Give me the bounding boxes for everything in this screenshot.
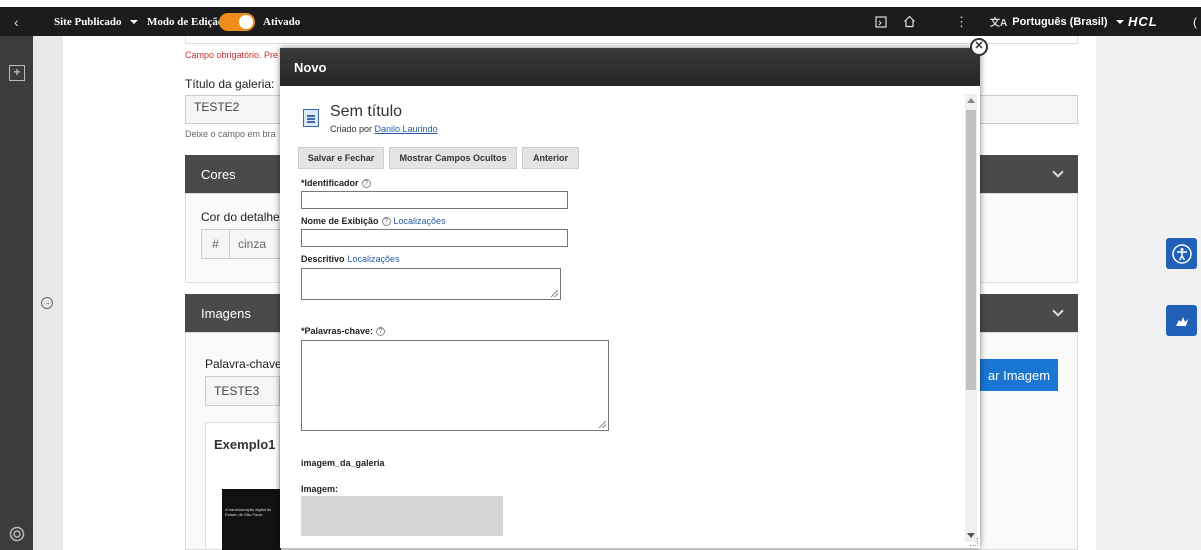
keywords-label: *Palavras-chave: ? (301, 326, 386, 336)
resize-grip-icon[interactable] (599, 421, 606, 428)
detail-color-label: Cor do detalhe (201, 210, 280, 224)
previous-button[interactable]: Anterior (522, 147, 579, 169)
created-by-label: Criado por (330, 124, 373, 134)
sign-language-button[interactable] (1166, 305, 1197, 336)
show-hidden-label: Mostrar Campos Ocultos (399, 153, 507, 163)
dialog-body: Sem título Criado por Danilo Laurindo Sa… (280, 86, 964, 548)
keyword-label: Palavra-chave (205, 357, 282, 371)
help-lifebuoy-icon[interactable] (9, 526, 25, 542)
site-status-label: Site Publicado (54, 15, 122, 28)
language-dropdown[interactable]: 文A Português (Brasil) (990, 7, 1124, 36)
page-gutter: → (33, 36, 63, 550)
dialog-resize-grip[interactable] (970, 538, 978, 546)
identifier-label: *Identificador ? (301, 178, 371, 188)
gallery-hint: Deixe o campo em bra (185, 129, 276, 139)
required-note: Campo obrigatório. Pre (185, 50, 279, 60)
detail-color-value: cinza (238, 237, 267, 251)
identifier-label-text: *Identificador (301, 178, 359, 188)
description-label-text: Descritivo (301, 254, 345, 264)
colors-section-header[interactable]: Cores (185, 155, 285, 193)
add-image-button[interactable]: ar Imagem (980, 359, 1058, 391)
previous-label: Anterior (532, 153, 568, 163)
keyword-value: TESTE3 (214, 384, 260, 398)
images-section-label: Imagens (201, 305, 251, 321)
show-hidden-fields-button[interactable]: Mostrar Campos Ocultos (389, 147, 517, 169)
chevron-down-icon (1052, 166, 1064, 178)
identifier-input[interactable] (301, 191, 568, 209)
gallery-title-label: Título da galeria: (185, 77, 275, 91)
close-icon: ✕ (974, 40, 984, 52)
hcl-logo: HCL (1128, 14, 1158, 29)
accessibility-button[interactable] (1166, 238, 1197, 269)
display-name-label: Nome de Exibição ? Localizações (301, 216, 446, 226)
page-right-margin (1096, 36, 1201, 550)
help-icon[interactable]: ? (376, 326, 386, 336)
image-upload-area[interactable] (301, 496, 503, 536)
edit-mode-label: Modo de Edição: (147, 15, 228, 28)
add-panel-icon[interactable]: + (9, 65, 25, 81)
sign-language-hands-icon (1175, 316, 1188, 326)
user-icon[interactable]: ( (1193, 7, 1197, 36)
dialog-scrollbar[interactable] (965, 94, 977, 542)
keyword-input[interactable]: TESTE3 (205, 376, 280, 406)
add-image-label: ar Imagem (987, 367, 1051, 383)
detail-color-input[interactable]: # cinza (201, 229, 281, 259)
help-icon[interactable]: ? (361, 178, 371, 188)
dialog-title: Novo (294, 59, 327, 75)
translate-icon: 文A (990, 18, 1008, 29)
display-name-label-text: Nome de Exibição (301, 216, 379, 226)
accessibility-icon (1171, 243, 1192, 264)
preview-icon[interactable] (875, 7, 887, 36)
created-by-user-link[interactable]: Danilo Laurindo (375, 124, 438, 134)
gallery-image-section-label: imagem_da_galeria (301, 458, 385, 468)
description-label: Descritivo Localizações (301, 254, 400, 264)
keywords-label-text: *Palavras-chave: (301, 326, 374, 336)
field-box-top (185, 36, 1078, 44)
hash-prefix: # (202, 230, 230, 258)
top-strip (0, 0, 1201, 7)
scroll-up-arrow-icon[interactable] (967, 98, 975, 103)
display-name-input[interactable] (301, 229, 568, 247)
chevron-left-icon[interactable]: ‹ (14, 7, 19, 36)
thumb-text: A transformação digital do Estado de São… (225, 507, 272, 517)
description-localizations-link[interactable]: Localizações (348, 254, 400, 264)
document-form-icon (303, 109, 319, 127)
language-label: Português (Brasil) (1012, 15, 1108, 28)
display-name-localizations-link[interactable]: Localizações (394, 216, 446, 226)
keywords-textarea[interactable] (301, 340, 609, 431)
scrollbar-thumb[interactable] (966, 110, 976, 390)
images-section-header[interactable]: Imagens (185, 294, 285, 332)
colors-section-header-right[interactable] (980, 155, 1078, 193)
new-item-dialog: Novo Sem título Criado por Danilo Laurin… (280, 48, 980, 548)
expand-circle-icon[interactable]: → (41, 297, 53, 309)
example-card: Exemplo1 A transformação digital do Esta… (205, 422, 281, 550)
more-vertical-icon[interactable]: ⋮ (955, 7, 968, 36)
document-title: Sem título (330, 103, 403, 120)
created-by: Criado por Danilo Laurindo (330, 124, 438, 134)
resize-grip-icon[interactable] (551, 290, 558, 297)
example-thumbnail[interactable]: A transformação digital do Estado de São… (222, 489, 281, 550)
chevron-down-icon (129, 19, 138, 24)
left-rail: + (0, 36, 33, 550)
chevron-down-icon (1115, 19, 1124, 24)
save-close-button[interactable]: Salvar e Fechar (298, 147, 384, 169)
colors-section-label: Cores (201, 166, 236, 182)
example-title: Exemplo1 (214, 437, 276, 452)
site-status-dropdown[interactable]: Site Publicado (54, 7, 138, 36)
top-toolbar: ‹ Site Publicado Modo de Edição: Ativado… (0, 7, 1201, 36)
description-textarea[interactable] (301, 268, 561, 300)
save-close-label: Salvar e Fechar (307, 153, 375, 163)
help-icon[interactable]: ? (381, 216, 391, 226)
edit-mode-state: Ativado (263, 15, 301, 28)
image-label: Imagem: (301, 484, 339, 494)
edit-mode-toggle[interactable] (219, 7, 255, 36)
close-dialog-button[interactable]: ✕ (970, 38, 988, 56)
gallery-title-value: TESTE2 (194, 100, 240, 114)
chevron-down-icon (1052, 305, 1064, 317)
dialog-header: Novo (280, 48, 980, 86)
images-section-header-right[interactable] (980, 294, 1078, 332)
home-icon[interactable] (903, 7, 916, 36)
